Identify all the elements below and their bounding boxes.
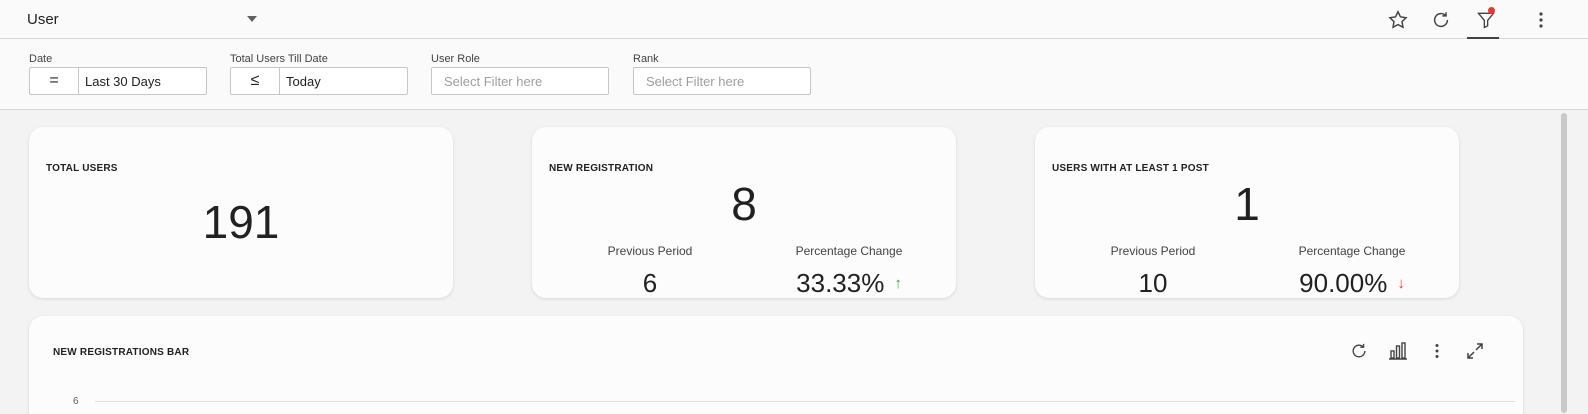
card-users-with-post: USERS WITH AT LEAST 1 POST 1 Previous Pe… [1035, 127, 1459, 298]
more-vertical-icon[interactable] [1427, 341, 1447, 361]
caret-down-icon [247, 16, 257, 22]
filter-rank-placeholder: Select Filter here [646, 73, 745, 89]
arrow-up-icon: ↑ [894, 275, 902, 292]
filter-rank-label: Rank [633, 53, 659, 65]
bar-chart-icon[interactable] [1388, 341, 1408, 361]
filter-rank-input[interactable]: Select Filter here [633, 67, 811, 95]
percentage-change-value: 90.00% [1299, 268, 1388, 298]
dashboard-select[interactable]: User [27, 6, 267, 32]
users-with-post-change: Percentage Change 90.00% ↓ [1267, 244, 1437, 299]
filter-user-role-placeholder: Select Filter here [444, 73, 543, 89]
filter-user-role-label: User Role [431, 53, 480, 65]
y-axis-tick: 6 [73, 396, 79, 407]
previous-period-value: 10 [1138, 268, 1168, 298]
new-registration-previous: Previous Period 6 [590, 244, 710, 299]
filter-date-value[interactable]: Last 30 Days [79, 74, 161, 89]
card-bar-title: NEW REGISTRATIONS BAR [53, 347, 190, 358]
filter-date-box[interactable]: = Last 30 Days [29, 67, 207, 95]
filter-date-operator[interactable]: = [30, 68, 79, 94]
filter-total-users-value[interactable]: Today [280, 74, 321, 89]
filter-user-role: User Role Select Filter here [431, 52, 609, 95]
filter-active-dot [1488, 7, 1495, 14]
percentage-change-label: Percentage Change [1298, 244, 1406, 258]
new-registration-change: Percentage Change 33.33% ↑ [764, 244, 934, 299]
card-total-users-title: TOTAL USERS [46, 163, 118, 174]
percentage-change-label: Percentage Change [795, 244, 903, 258]
more-vertical-icon[interactable] [1528, 7, 1554, 33]
refresh-icon[interactable] [1349, 341, 1369, 361]
scrollbar[interactable] [1561, 113, 1567, 413]
refresh-icon[interactable] [1428, 7, 1454, 33]
dashboard-select-value: User [27, 10, 59, 28]
previous-period-label: Previous Period [607, 244, 693, 258]
card-users-with-post-value: 1 [1234, 178, 1260, 230]
card-new-registration: NEW REGISTRATION 8 Previous Period 6 Per… [532, 127, 956, 298]
filter-user-role-input[interactable]: Select Filter here [431, 67, 609, 95]
card-new-registration-title: NEW REGISTRATION [549, 163, 654, 174]
chart-gridline [95, 401, 1515, 402]
users-with-post-previous: Previous Period 10 [1093, 244, 1213, 299]
previous-period-value: 6 [642, 268, 658, 298]
previous-period-label: Previous Period [1110, 244, 1196, 258]
filter-total-users-label: Total Users Till Date [230, 53, 328, 65]
star-icon[interactable] [1385, 7, 1411, 33]
card-new-registrations-bar: NEW REGISTRATIONS BAR 6 [29, 316, 1523, 414]
filter-date: Date = Last 30 Days [29, 52, 207, 95]
filter-icon[interactable] [1467, 7, 1499, 39]
expand-icon[interactable] [1465, 341, 1485, 361]
top-bar: User [0, 0, 1588, 39]
arrow-down-icon: ↓ [1397, 275, 1405, 292]
filter-rank: Rank Select Filter here [633, 52, 811, 95]
card-users-with-post-title: USERS WITH AT LEAST 1 POST [1052, 163, 1209, 174]
filter-total-users-box[interactable]: ≤ Today [230, 67, 408, 95]
percentage-change-value: 33.33% [796, 268, 885, 298]
card-new-registration-value: 8 [731, 178, 757, 230]
filter-total-users-operator[interactable]: ≤ [231, 68, 280, 94]
filter-date-label: Date [29, 53, 53, 65]
dashboard-content: TOTAL USERS 191 NEW REGISTRATION 8 Previ… [0, 110, 1588, 414]
card-total-users-value: 191 [202, 196, 280, 248]
card-total-users: TOTAL USERS 191 [29, 127, 453, 298]
filter-total-users: Total Users Till Date ≤ Today [230, 52, 408, 95]
filter-bar: Date = Last 30 Days Total Users Till Dat… [0, 39, 1588, 110]
